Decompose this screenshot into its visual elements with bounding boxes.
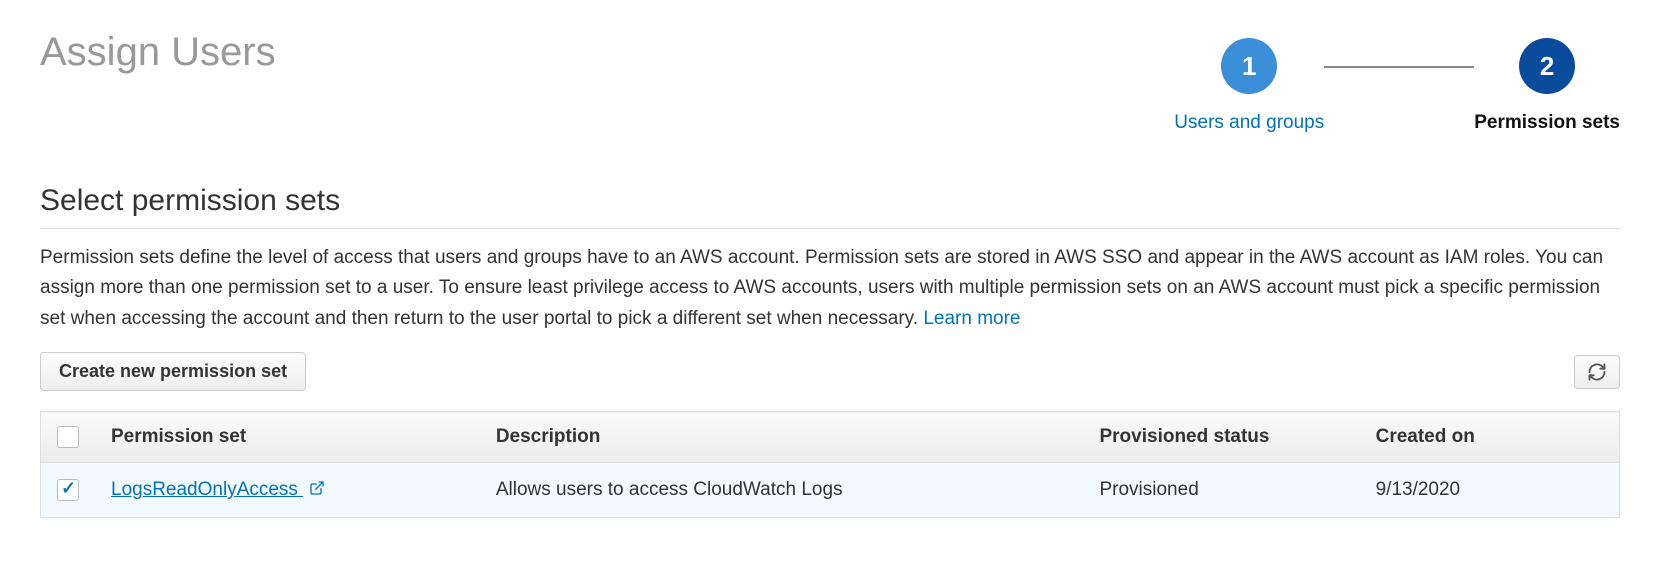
page-title: Assign Users xyxy=(40,30,276,75)
step-2-label: Permission sets xyxy=(1474,112,1620,134)
column-provisioned-status[interactable]: Provisioned status xyxy=(1083,412,1359,463)
row-permission-set-name: LogsReadOnlyAccess xyxy=(95,463,480,518)
stepper: 1 Users and groups 2 Permission sets xyxy=(1174,38,1620,134)
row-created-on: 9/13/2020 xyxy=(1360,463,1620,518)
row-provisioned-status: Provisioned xyxy=(1083,463,1359,518)
permission-set-name-text: LogsReadOnlyAccess xyxy=(111,479,298,500)
section-description: Permission sets define the level of acce… xyxy=(40,243,1620,334)
description-text: Permission sets define the level of acce… xyxy=(40,247,1603,329)
row-checkbox[interactable] xyxy=(57,479,79,501)
step-permission-sets[interactable]: 2 Permission sets xyxy=(1474,38,1620,134)
row-checkbox-cell xyxy=(41,463,96,518)
table-header-row: Permission set Description Provisioned s… xyxy=(41,412,1620,463)
step-1-label: Users and groups xyxy=(1174,112,1324,134)
step-users-and-groups[interactable]: 1 Users and groups xyxy=(1174,38,1324,134)
permission-set-link[interactable]: LogsReadOnlyAccess xyxy=(111,479,325,500)
external-link-icon xyxy=(309,480,325,496)
section-title: Select permission sets xyxy=(40,184,1620,229)
table-row[interactable]: LogsReadOnlyAccess Allows users to acces… xyxy=(41,463,1620,518)
step-2-circle: 2 xyxy=(1519,38,1575,94)
row-description: Allows users to access CloudWatch Logs xyxy=(480,463,1084,518)
column-description[interactable]: Description xyxy=(480,412,1084,463)
toolbar: Create new permission set xyxy=(40,352,1620,391)
refresh-icon xyxy=(1587,362,1607,382)
step-connector xyxy=(1324,66,1474,68)
column-permission-set[interactable]: Permission set xyxy=(95,412,480,463)
select-all-header xyxy=(41,412,96,463)
permission-sets-table: Permission set Description Provisioned s… xyxy=(40,411,1620,518)
refresh-button[interactable] xyxy=(1574,355,1620,389)
select-all-checkbox[interactable] xyxy=(57,426,79,448)
column-created-on[interactable]: Created on xyxy=(1360,412,1620,463)
step-1-circle: 1 xyxy=(1221,38,1277,94)
create-new-permission-set-button[interactable]: Create new permission set xyxy=(40,352,306,391)
learn-more-link[interactable]: Learn more xyxy=(923,308,1020,329)
